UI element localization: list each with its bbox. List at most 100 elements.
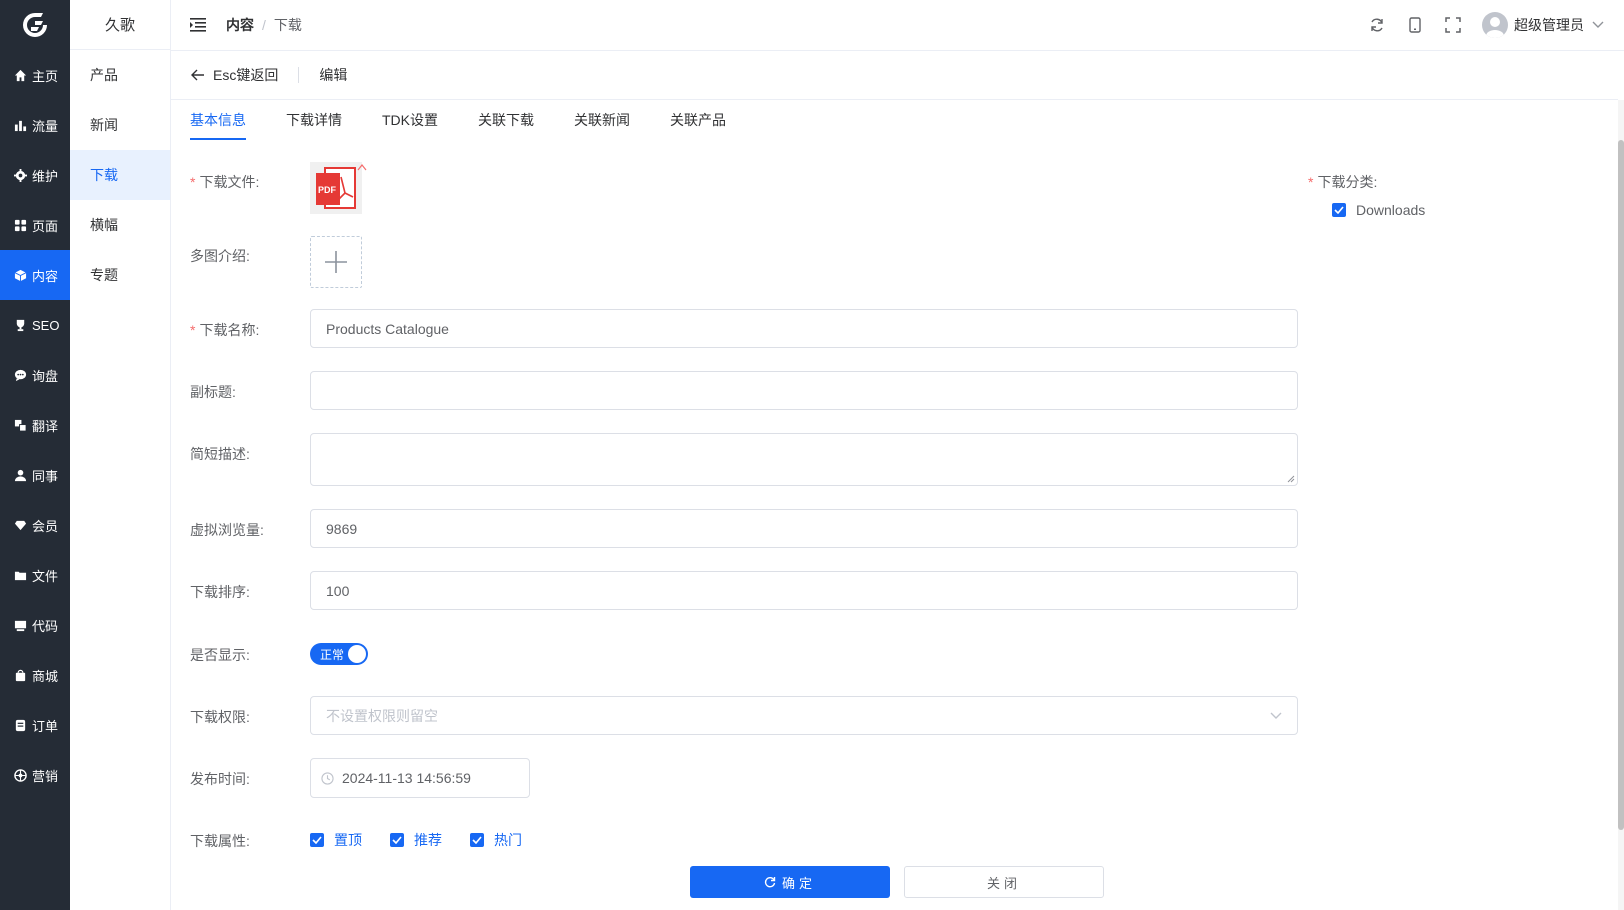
- tab-related-downloads[interactable]: 关联下载: [478, 100, 534, 140]
- scrollbar[interactable]: [1618, 100, 1624, 910]
- rail-item-pages[interactable]: 页面: [0, 200, 70, 250]
- tab-related-news[interactable]: 关联新闻: [574, 100, 630, 140]
- subtitle-input[interactable]: [310, 371, 1298, 410]
- pdf-file-thumbnail[interactable]: PDF: [310, 162, 362, 214]
- remove-file-button[interactable]: [357, 158, 367, 171]
- rail-item-traffic[interactable]: 流量: [0, 100, 70, 150]
- mobile-preview-button[interactable]: [1406, 16, 1424, 34]
- rail-item-label: 翻译: [32, 418, 59, 434]
- rail-item-maintenance[interactable]: 维护: [0, 150, 70, 200]
- breadcrumb: 内容 / 下载: [226, 15, 302, 35]
- submenu-item-downloads[interactable]: 下载: [70, 150, 170, 200]
- rail-item-shop[interactable]: 商城: [0, 650, 70, 700]
- plus-icon: [325, 251, 347, 273]
- rail-item-members[interactable]: 会员: [0, 500, 70, 550]
- translate-icon: [12, 417, 28, 433]
- attr-checkbox-hot[interactable]: 热门: [470, 830, 522, 850]
- bag-icon: [12, 667, 28, 683]
- attr-checkbox-top[interactable]: 置顶: [310, 830, 362, 850]
- attributes-group: 置顶 推荐 热门: [310, 830, 550, 850]
- logo-icon: [23, 13, 47, 37]
- chevron-up-icon: [357, 164, 367, 171]
- avatar: [1482, 12, 1508, 38]
- pdf-badge-text: PDF: [318, 185, 337, 195]
- refresh-icon: [764, 877, 776, 888]
- tab-basic-info[interactable]: 基本信息: [190, 100, 246, 140]
- description-textarea[interactable]: [310, 433, 1298, 486]
- submenu-item-products[interactable]: 产品: [70, 50, 170, 100]
- rail-item-label: 流量: [32, 118, 59, 134]
- back-button[interactable]: Esc键返回: [191, 65, 278, 85]
- rail-item-home[interactable]: 主页: [0, 50, 70, 100]
- submenu-item-topics[interactable]: 专题: [70, 250, 170, 300]
- resize-handle-icon[interactable]: [1287, 475, 1295, 483]
- checkbox-label: 置顶: [334, 832, 362, 848]
- menu-fold-icon: [190, 18, 206, 32]
- folder-icon: [12, 567, 28, 583]
- confirm-button[interactable]: 确定: [690, 866, 890, 898]
- user-avatar-icon: [1486, 17, 1504, 38]
- checkbox-label: 热门: [494, 832, 522, 848]
- fullscreen-button[interactable]: [1444, 16, 1462, 34]
- checkbox-checked-icon: [1332, 203, 1346, 217]
- user-menu[interactable]: 超级管理员: [1482, 12, 1604, 38]
- breadcrumb-separator: /: [262, 17, 266, 33]
- rail-item-label: 主页: [32, 68, 59, 84]
- sort-label: 下载排序:: [190, 584, 250, 600]
- rail-item-translate[interactable]: 翻译: [0, 400, 70, 450]
- virtual-views-input[interactable]: 9869: [310, 509, 1298, 548]
- rail-item-label: SEO: [32, 317, 60, 333]
- scrollbar-thumb[interactable]: [1618, 140, 1624, 830]
- rail-item-colleagues[interactable]: 同事: [0, 450, 70, 500]
- rail-item-code[interactable]: 代码: [0, 600, 70, 650]
- breadcrumb-content[interactable]: 内容: [226, 15, 254, 35]
- visibility-switch[interactable]: 正常: [310, 643, 368, 665]
- rail-item-orders[interactable]: 订单: [0, 700, 70, 750]
- close-label: 关闭: [986, 875, 1021, 891]
- rail-item-marketing[interactable]: 营销: [0, 750, 70, 800]
- switch-knob: [348, 645, 366, 663]
- rail-item-seo[interactable]: SEO: [0, 300, 70, 350]
- submenu-item-banners[interactable]: 横幅: [70, 200, 170, 250]
- rail-item-label: 文件: [32, 568, 59, 584]
- image-upload-button[interactable]: [310, 236, 362, 288]
- form-tabs: 基本信息 下载详情 TDK设置 关联下载 关联新闻 关联产品: [190, 100, 766, 140]
- sort-order-input[interactable]: 100: [310, 571, 1298, 610]
- rail-item-files[interactable]: 文件: [0, 550, 70, 600]
- switch-text: 正常: [320, 647, 345, 662]
- arrow-left-icon: [191, 69, 204, 81]
- person-icon: [12, 467, 28, 483]
- rail-item-label: 营销: [32, 768, 59, 784]
- top-bar: 内容 / 下载 超级管理员: [171, 0, 1624, 51]
- grid-icon: [12, 217, 28, 233]
- rail-item-inquiry[interactable]: 询盘: [0, 350, 70, 400]
- refresh-button[interactable]: [1368, 16, 1386, 34]
- submenu-item-news[interactable]: 新闻: [70, 100, 170, 150]
- main-nav-rail: 主页 流量 维护 页面 内容 SEO 询盘 翻译 同事 会员 文件 代码 商城 …: [0, 0, 70, 910]
- checkbox-checked-icon: [470, 833, 484, 847]
- fullscreen-icon: [1445, 17, 1461, 33]
- diamond-icon: [12, 517, 28, 533]
- logo[interactable]: [0, 0, 70, 50]
- page-title: 编辑: [319, 67, 348, 83]
- collapse-menu-button[interactable]: [188, 15, 208, 35]
- chevron-down-icon: [1592, 21, 1604, 28]
- rail-item-label: 商城: [32, 668, 59, 684]
- close-button[interactable]: 关闭: [904, 866, 1104, 898]
- publish-time-picker[interactable]: 2024-11-13 14:56:59: [310, 758, 530, 798]
- tab-download-details[interactable]: 下载详情: [286, 100, 342, 140]
- attr-checkbox-recommend[interactable]: 推荐: [390, 830, 442, 850]
- tab-tdk-settings[interactable]: TDK设置: [382, 100, 438, 140]
- name-label: * 下载名称:: [190, 322, 260, 338]
- back-label: Esc键返回: [213, 67, 279, 83]
- username: 超级管理员: [1514, 17, 1584, 33]
- chat-icon: [12, 367, 28, 383]
- description-label: 简短描述:: [190, 446, 250, 462]
- permission-select[interactable]: 不设置权限则留空: [310, 696, 1298, 735]
- category-checkbox-downloads[interactable]: Downloads: [1332, 202, 1425, 218]
- tab-related-products[interactable]: 关联产品: [670, 100, 726, 140]
- views-label: 虚拟浏览量:: [190, 522, 264, 538]
- chevron-down-icon: [1270, 712, 1282, 719]
- rail-item-content[interactable]: 内容: [0, 250, 70, 300]
- download-name-input[interactable]: Products Catalogue: [310, 309, 1298, 348]
